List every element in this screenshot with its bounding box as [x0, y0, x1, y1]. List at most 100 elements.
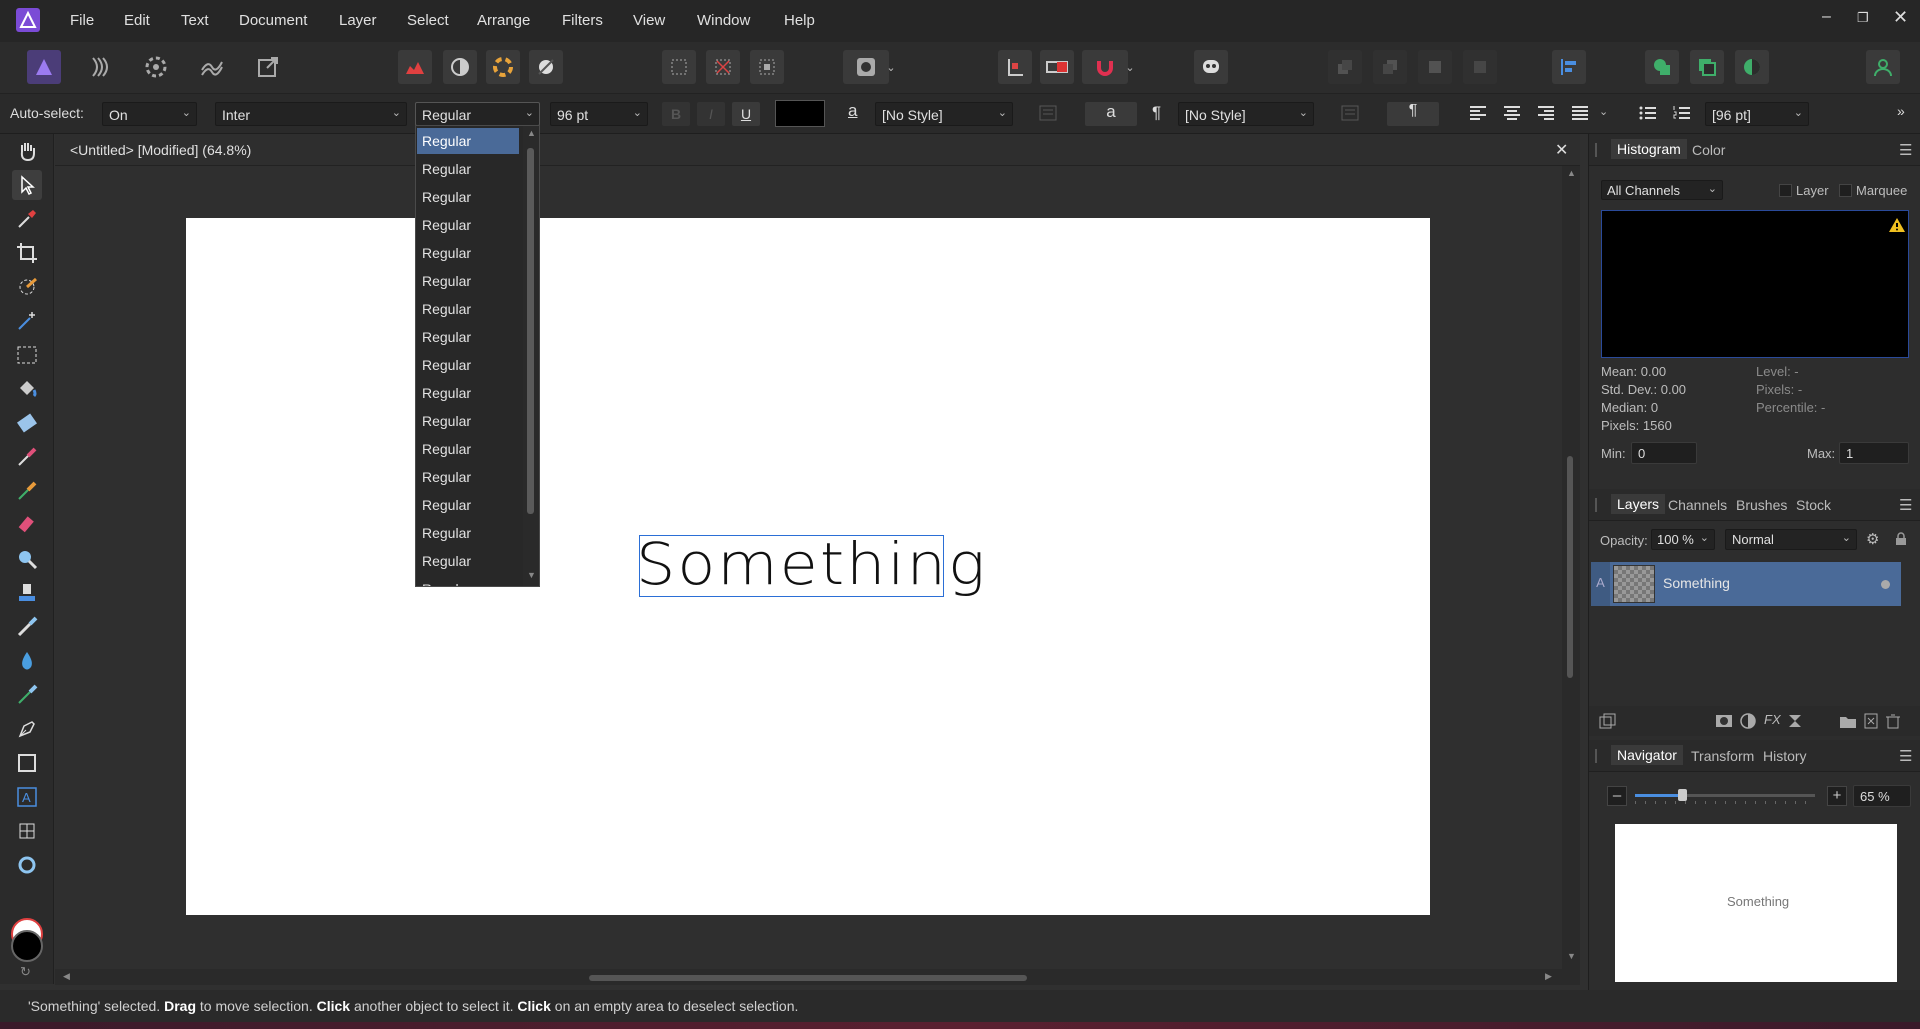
bullet-list-icon[interactable]	[1638, 104, 1658, 125]
marquee-tool-icon[interactable]	[12, 340, 42, 370]
justify-dropdown-icon[interactable]: ⌄	[1599, 105, 1608, 118]
underline-button[interactable]: U	[732, 102, 760, 126]
add-layer-icon[interactable]	[1863, 713, 1879, 729]
font-style-option[interactable]: Regular	[417, 436, 519, 462]
alignment-icon[interactable]	[1552, 50, 1586, 84]
tab-color[interactable]: Color	[1692, 142, 1725, 158]
flood-fill-tool-icon[interactable]	[12, 374, 42, 404]
paragraph-options-icon[interactable]	[1340, 103, 1360, 125]
menu-filters[interactable]: Filters	[562, 12, 603, 29]
layer-checkbox[interactable]	[1779, 184, 1792, 197]
levels-icon[interactable]	[398, 50, 432, 84]
minimize-icon[interactable]: –	[1822, 8, 1831, 26]
font-style-option[interactable]: Regular	[417, 576, 519, 586]
paint-brush-tool-icon[interactable]	[12, 442, 42, 472]
autoselect-dropdown[interactable]: On ⌄	[102, 102, 197, 126]
mesh-tool-icon[interactable]	[12, 816, 42, 846]
font-style-dropdown[interactable]: Regular ⌄	[415, 102, 540, 126]
scroll-down-icon[interactable]: ▼	[527, 570, 536, 580]
tab-brushes[interactable]: Brushes	[1736, 497, 1787, 513]
primary-color-swatch[interactable]	[11, 930, 43, 962]
invert-selection-icon[interactable]	[750, 50, 784, 84]
navigator-preview[interactable]: Something	[1615, 824, 1897, 982]
layer-visibility-icon[interactable]	[1881, 580, 1890, 589]
layer-row[interactable]: A Something	[1591, 562, 1901, 606]
adjustment-layer-icon[interactable]	[1739, 713, 1757, 729]
layer-settings-gear-icon[interactable]: ⚙	[1866, 530, 1879, 548]
scroll-up-icon[interactable]: ▲	[1567, 168, 1576, 178]
auto-contrast-icon[interactable]	[443, 50, 477, 84]
scroll-left-icon[interactable]: ◀	[63, 971, 70, 982]
quick-mask-dropdown-icon[interactable]: ⌄	[882, 50, 900, 84]
font-style-option[interactable]: Regular	[417, 324, 519, 350]
force-pixel-alignment-icon[interactable]	[1040, 50, 1074, 84]
clone-brush-tool-icon[interactable]	[12, 578, 42, 608]
text-object[interactable]: Something	[636, 530, 987, 598]
lock-icon[interactable]	[1895, 532, 1907, 546]
text-selection-box[interactable]: Something	[636, 530, 985, 598]
dropdown-scroll-thumb[interactable]	[527, 148, 534, 514]
view-tool-hand-icon[interactable]	[12, 136, 42, 166]
pixel-layer-icon[interactable]	[1787, 713, 1803, 729]
tab-histogram[interactable]: Histogram	[1611, 139, 1687, 159]
overflow-chevron-icon[interactable]: »	[1897, 103, 1905, 119]
justify-icon[interactable]	[1570, 104, 1590, 125]
dodge-brush-tool-icon[interactable]	[12, 544, 42, 574]
erase-brush-tool-icon[interactable]	[12, 510, 42, 540]
select-all-icon[interactable]	[662, 50, 696, 84]
liquify-persona-icon[interactable]	[83, 50, 117, 84]
artistic-text-tool-icon[interactable]: A	[12, 782, 42, 812]
italic-button[interactable]: I	[697, 102, 725, 126]
min-input[interactable]: 0	[1631, 442, 1697, 464]
marquee-checkbox[interactable]	[1839, 184, 1852, 197]
panel-menu-icon[interactable]: ☰	[1899, 496, 1912, 514]
flood-select-tool-icon[interactable]	[12, 306, 42, 336]
menu-document[interactable]: Document	[239, 12, 307, 29]
export-persona-icon[interactable]	[251, 50, 285, 84]
assistant-icon[interactable]	[1194, 50, 1228, 84]
tab-history[interactable]: History	[1763, 748, 1807, 764]
tab-stock[interactable]: Stock	[1796, 497, 1831, 513]
font-style-option[interactable]: Regular	[417, 212, 519, 238]
develop-persona-icon[interactable]	[139, 50, 173, 84]
character-panel-button[interactable]: a	[1085, 102, 1137, 126]
deselect-icon[interactable]	[706, 50, 740, 84]
tone-mapping-persona-icon[interactable]	[195, 50, 229, 84]
color-replacement-tool-icon[interactable]	[12, 476, 42, 506]
mask-layer-icon[interactable]	[1715, 713, 1733, 729]
menu-file[interactable]: File	[70, 12, 94, 29]
layer-fx-icon[interactable]	[1599, 713, 1617, 729]
crop-tool-icon[interactable]	[12, 238, 42, 268]
scroll-right-icon[interactable]: ▶	[1545, 971, 1552, 982]
add-group-icon[interactable]	[1839, 713, 1857, 729]
tab-navigator[interactable]: Navigator	[1611, 745, 1683, 765]
menu-view[interactable]: View	[633, 12, 665, 29]
zoom-out-button[interactable]: –	[1607, 786, 1627, 806]
zoom-slider-thumb[interactable]	[1677, 789, 1687, 801]
numbered-list-icon[interactable]	[1672, 104, 1692, 125]
color-picker-tool-icon[interactable]	[12, 204, 42, 234]
document-tab[interactable]: <Untitled> [Modified] (64.8%) ✕	[55, 134, 1580, 166]
tab-transform[interactable]: Transform	[1691, 748, 1754, 764]
font-style-list[interactable]: Regular Regular Regular Regular Regular Regul…	[415, 125, 540, 587]
pen-tool-icon[interactable]	[12, 714, 42, 744]
auto-color-icon[interactable]	[486, 50, 520, 84]
horizontal-scroll-thumb[interactable]	[589, 975, 1027, 981]
zoom-tool-icon[interactable]	[12, 850, 42, 880]
app-logo-icon[interactable]	[16, 8, 40, 32]
dropdown-scrollbar[interactable]: ▲ ▼	[523, 126, 539, 586]
menu-select[interactable]: Select	[407, 12, 449, 29]
paragraph-style-dropdown[interactable]: [No Style] ⌄	[1178, 102, 1314, 126]
rectangle-tool-icon[interactable]	[12, 748, 42, 778]
panel-menu-icon[interactable]: ☰	[1899, 747, 1912, 765]
delete-layer-trash-icon[interactable]	[1885, 713, 1901, 729]
menu-edit[interactable]: Edit	[124, 12, 150, 29]
font-style-option[interactable]: Regular	[417, 352, 519, 378]
font-style-option[interactable]: Regular	[417, 408, 519, 434]
character-style-icon[interactable]: a	[848, 101, 857, 121]
font-style-option[interactable]: Regular	[417, 492, 519, 518]
tab-layers[interactable]: Layers	[1611, 494, 1666, 514]
move-to-back-icon[interactable]	[1463, 50, 1497, 84]
menu-window[interactable]: Window	[697, 12, 750, 29]
font-style-option[interactable]: Regular	[417, 520, 519, 546]
